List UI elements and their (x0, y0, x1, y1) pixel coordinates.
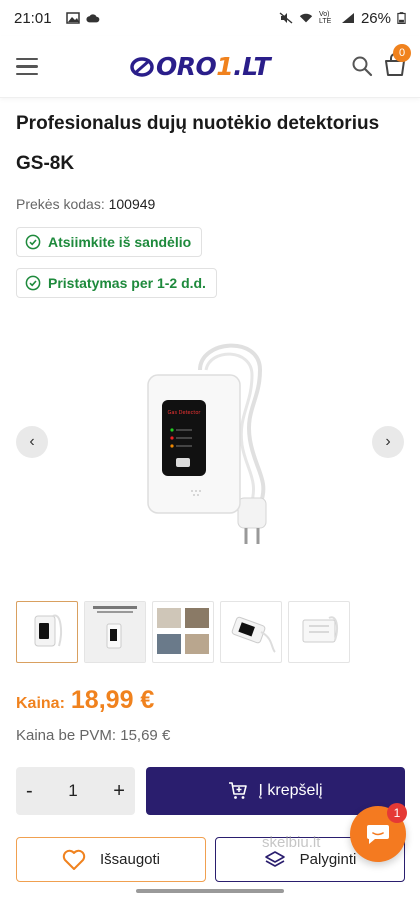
thumbnail-strip (16, 601, 350, 663)
thumbnail-1[interactable] (16, 601, 78, 663)
check-circle-icon (25, 275, 41, 291)
chevron-left-icon: ‹ (29, 433, 35, 450)
check-circle-icon (25, 234, 41, 250)
delivery-badge: Pristatymas per 1-2 d.d. (16, 268, 217, 298)
site-logo[interactable]: ORO 1 .LT (130, 52, 271, 81)
search-icon[interactable] (350, 54, 374, 78)
mute-icon (279, 12, 293, 24)
quantity-stepper: - 1 + (16, 767, 135, 815)
pickup-badge: Atsiimkite iš sandėlio (16, 227, 203, 257)
hamburger-menu-icon[interactable] (16, 52, 46, 82)
sku-label: Prekės kodas: (16, 196, 105, 212)
qty-decrease-button[interactable]: - (26, 780, 33, 803)
thumbnail-3[interactable] (152, 601, 214, 663)
qty-value[interactable]: 1 (68, 781, 77, 801)
chevron-right-icon: › (385, 433, 391, 450)
status-bar: 21:01 Vo) LTE 26% (0, 0, 420, 36)
status-time: 21:01 (14, 9, 52, 27)
site-header: ORO 1 .LT 0 (0, 36, 420, 98)
cart-plus-icon (229, 782, 248, 799)
sku-value: 100949 (108, 196, 156, 212)
compare-label: Palyginti (299, 851, 357, 868)
heart-icon (62, 849, 86, 870)
logo-text-lt: .LT (233, 52, 271, 81)
product-title: Profesionalus dujų nuotėkio detektorius … (16, 113, 380, 174)
qty-increase-button[interactable]: + (113, 780, 125, 803)
price-value: 18,99 € (70, 686, 155, 714)
price-row: Kaina: 18,99 € (16, 686, 154, 715)
logo-text-one: 1 (216, 52, 234, 81)
gallery-next-button[interactable]: › (372, 426, 404, 458)
save-button[interactable]: Išsaugoti (16, 837, 206, 882)
cart-count-badge: 0 (393, 44, 411, 62)
cloud-icon (85, 14, 99, 23)
logo-mark-icon (130, 56, 154, 77)
battery-level: 26% (360, 9, 391, 27)
watermark: skelbiu.lt (262, 834, 321, 851)
device-label: Gas Detector (168, 410, 202, 416)
chat-bubble-icon (367, 825, 389, 844)
no-vat-label: Kaina be PVM: (16, 727, 117, 744)
thumbnail-5[interactable] (288, 601, 350, 663)
thumbnail-4[interactable] (220, 601, 282, 663)
price-label: Kaina: (16, 695, 65, 712)
delivery-badge-label: Pristatymas per 1-2 d.d. (48, 275, 206, 291)
add-to-cart-label: Į krepšelį (258, 782, 323, 799)
gallery-prev-button[interactable]: ‹ (16, 426, 48, 458)
gallery-icon (65, 12, 80, 24)
thumbnail-2[interactable] (84, 601, 146, 663)
pickup-badge-label: Atsiimkite iš sandėlio (48, 234, 192, 250)
home-indicator[interactable] (136, 889, 284, 893)
save-label: Išsaugoti (99, 851, 161, 868)
logo-text-oro: ORO (156, 52, 217, 81)
battery-icon (397, 12, 406, 24)
chat-notification-badge: 1 (387, 803, 407, 823)
volte-label: Vo) LTE (318, 11, 332, 25)
status-bar-left: 21:01 (14, 10, 100, 27)
layers-icon (264, 850, 285, 867)
wifi-icon (299, 13, 313, 23)
price-without-vat: Kaina be PVM: 15,69 € (16, 727, 170, 744)
product-image[interactable]: Gas Detector (110, 330, 310, 560)
status-bar-right: Vo) LTE 26% (279, 10, 406, 27)
no-vat-value: 15,69 € (120, 727, 171, 744)
product-sku: Prekės kodas: 100949 (16, 196, 155, 212)
signal-icon (341, 13, 354, 23)
